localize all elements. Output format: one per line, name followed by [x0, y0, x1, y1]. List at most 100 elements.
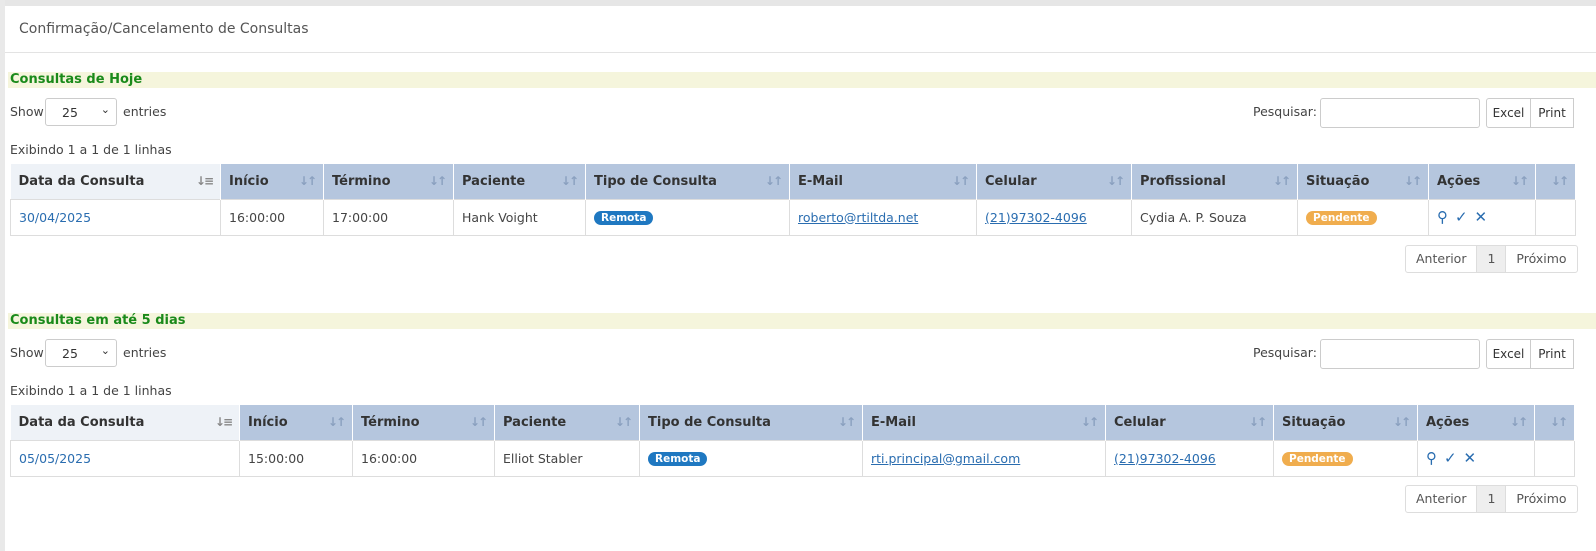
col-label: Celular [985, 173, 1037, 189]
excel-button[interactable]: Excel [1486, 98, 1531, 128]
panel-header: Confirmação/Cancelamento de Consultas [5, 6, 1596, 53]
col-situacao[interactable]: Situação ↓↑ [1273, 405, 1418, 440]
date-link[interactable]: 30/04/2025 [19, 210, 91, 225]
section-today-title: Consultas de Hoje [10, 72, 143, 87]
pagination: Anterior 1 Próximo [1405, 485, 1578, 513]
col-label: Ações [1437, 173, 1481, 189]
close-icon[interactable]: ✕ [1475, 208, 1488, 226]
col-termino[interactable]: Término ↓↑ [323, 164, 454, 199]
cell-inicio: 15:00:00 [239, 439, 353, 477]
cell-inicio: 16:00:00 [220, 198, 324, 236]
sort-icon: ↓↑ [764, 174, 783, 188]
col-label: Situação [1306, 173, 1370, 189]
chevron-down-icon: ⌄ [100, 103, 110, 116]
search-input[interactable] [1320, 98, 1480, 128]
print-button[interactable]: Print [1530, 98, 1574, 128]
page-title: Confirmação/Cancelamento de Consultas [19, 21, 309, 37]
page-1-button[interactable]: 1 [1477, 486, 1507, 512]
col-tipo[interactable]: Tipo de Consulta ↓↑ [585, 164, 790, 199]
pagination: Anterior 1 Próximo [1405, 245, 1578, 273]
col-tipo[interactable]: Tipo de Consulta ↓↑ [639, 405, 863, 440]
sort-desc-icon: ↓≡ [214, 415, 233, 429]
sort-icon: ↓↑ [428, 174, 447, 188]
chevron-down-icon: ⌄ [100, 344, 110, 357]
col-extra[interactable]: ↓↑ [1534, 405, 1575, 440]
five-days-table: Data da Consulta ↓≡ Início ↓↑ Término ↓↑ Pa… [10, 405, 1575, 477]
print-button[interactable]: Print [1530, 339, 1574, 369]
search-label: Pesquisar: [1253, 345, 1317, 360]
entries-select[interactable]: 25 ⌄ [45, 98, 117, 126]
col-label: Paciente [503, 414, 567, 430]
tipo-badge: Remota [648, 452, 708, 466]
entries-value: 25 [62, 346, 78, 361]
col-label: Paciente [462, 173, 526, 189]
sort-icon: ↓↑ [560, 174, 579, 188]
col-inicio[interactable]: Início ↓↑ [239, 405, 353, 440]
sort-icon: ↓↑ [1106, 174, 1125, 188]
col-data[interactable]: Data da Consulta ↓≡ [10, 164, 221, 199]
sort-desc-icon: ↓≡ [195, 174, 214, 188]
col-paciente[interactable]: Paciente ↓↑ [453, 164, 586, 199]
entries-label: entries [123, 104, 167, 119]
cell-paciente: Hank Voight [453, 198, 586, 236]
close-icon[interactable]: ✕ [1464, 449, 1477, 467]
col-paciente[interactable]: Paciente ↓↑ [494, 405, 640, 440]
cell-extra [1535, 198, 1576, 236]
col-label: Data da Consulta [18, 414, 145, 430]
col-label: E-Mail [798, 173, 843, 189]
col-label: Data da Consulta [18, 173, 145, 189]
next-button[interactable]: Próximo [1506, 486, 1576, 512]
col-extra[interactable]: ↓↑ [1535, 164, 1576, 199]
sort-icon: ↓↑ [1248, 415, 1267, 429]
col-email[interactable]: E-Mail ↓↑ [789, 164, 977, 199]
col-label: Início [229, 173, 269, 189]
col-email[interactable]: E-Mail ↓↑ [862, 405, 1106, 440]
excel-button[interactable]: Excel [1486, 339, 1531, 369]
col-label: Início [248, 414, 288, 430]
col-celular[interactable]: Celular ↓↑ [1105, 405, 1274, 440]
sort-icon: ↓↑ [298, 174, 317, 188]
date-link[interactable]: 05/05/2025 [19, 451, 91, 466]
check-icon[interactable]: ✓ [1444, 449, 1457, 467]
cell-paciente: Elliot Stabler [494, 439, 640, 477]
sort-icon: ↓↑ [1509, 415, 1528, 429]
col-acoes[interactable]: Ações ↓↑ [1417, 405, 1535, 440]
col-inicio[interactable]: Início ↓↑ [220, 164, 324, 199]
page-1-button[interactable]: 1 [1477, 246, 1507, 272]
email-link[interactable]: rti.principal@gmail.com [871, 451, 1020, 466]
table-info: Exibindo 1 a 1 de 1 linhas [10, 383, 172, 398]
search-icon[interactable]: ⚲ [1426, 449, 1437, 467]
col-label: Profissional [1140, 173, 1226, 189]
check-icon[interactable]: ✓ [1455, 208, 1468, 226]
table-row: 05/05/2025 15:00:00 16:00:00 Elliot Stab… [10, 439, 1575, 477]
table-header-row: Data da Consulta ↓≡ Início ↓↑ Término ↓↑ Pa… [10, 405, 1575, 440]
prev-button[interactable]: Anterior [1406, 246, 1478, 272]
col-label: Tipo de Consulta [594, 173, 717, 189]
col-acoes[interactable]: Ações ↓↑ [1428, 164, 1536, 199]
col-data[interactable]: Data da Consulta ↓≡ [10, 405, 240, 440]
status-badge: Pendente [1306, 211, 1377, 225]
col-profissional[interactable]: Profissional ↓↑ [1131, 164, 1298, 199]
phone-link[interactable]: (21)97302-4096 [1114, 451, 1216, 466]
entries-select[interactable]: 25 ⌄ [45, 339, 117, 367]
sort-icon: ↓↑ [1080, 415, 1099, 429]
email-link[interactable]: roberto@rtiltda.net [798, 210, 918, 225]
col-situacao[interactable]: Situação ↓↑ [1297, 164, 1429, 199]
next-button[interactable]: Próximo [1506, 246, 1576, 272]
search-icon[interactable]: ⚲ [1437, 208, 1448, 226]
col-label: Tipo de Consulta [648, 414, 771, 430]
col-label: Término [332, 173, 391, 189]
col-label: Celular [1114, 414, 1166, 430]
phone-link[interactable]: (21)97302-4096 [985, 210, 1087, 225]
col-termino[interactable]: Término ↓↑ [352, 405, 495, 440]
left-border [0, 0, 5, 551]
col-celular[interactable]: Celular ↓↑ [976, 164, 1132, 199]
table-header-row: Data da Consulta ↓≡ Início ↓↑ Término ↓↑ Pa… [10, 164, 1576, 199]
show-label: Show [10, 104, 44, 119]
sort-icon: ↓↑ [327, 415, 346, 429]
prev-button[interactable]: Anterior [1406, 486, 1478, 512]
table-row: 30/04/2025 16:00:00 17:00:00 Hank Voight… [10, 198, 1576, 236]
search-input[interactable] [1320, 339, 1480, 369]
entries-label: entries [123, 345, 167, 360]
status-badge: Pendente [1282, 452, 1353, 466]
